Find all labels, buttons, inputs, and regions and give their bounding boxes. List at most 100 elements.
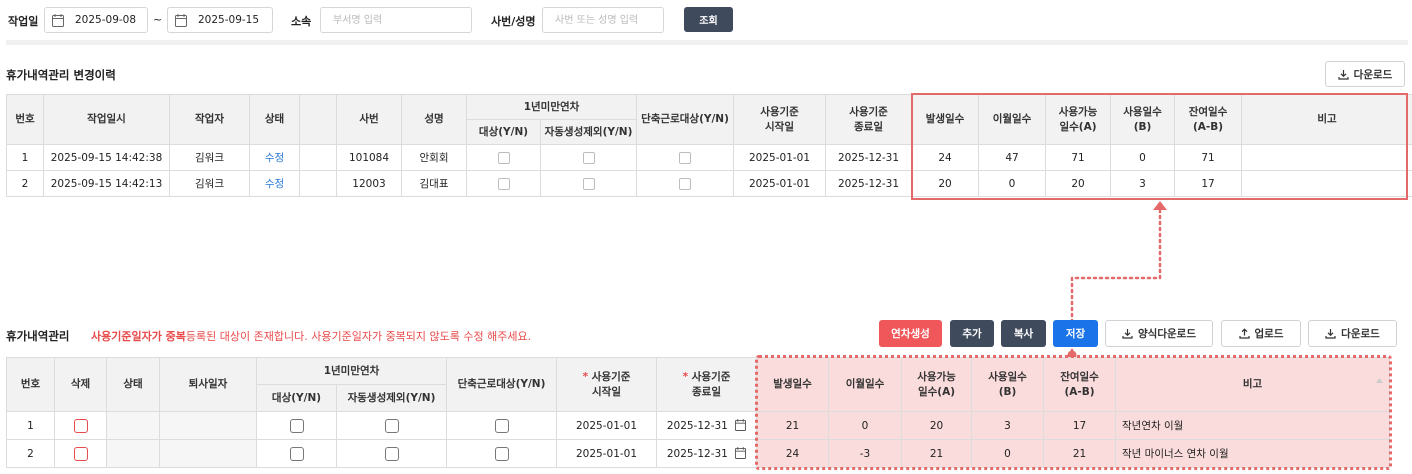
duplicate-warning: 사용기준일자가 중복등록된 대상이 존재합니다. 사용기준일자가 중복되지 않도…: [91, 330, 532, 343]
col-carried: 이월일수: [828, 357, 903, 412]
cell-carried: 0: [978, 170, 1047, 197]
col-short-work: 단축근로대상(Y/N): [636, 94, 735, 145]
calendar-icon[interactable]: [735, 419, 747, 431]
col-start-date: * 사용기준 시작일: [556, 357, 658, 412]
target-checkbox: [497, 177, 510, 190]
history-download-button[interactable]: 다운로드: [1325, 61, 1405, 87]
manage-title: 휴가내역관리: [6, 329, 70, 343]
target-checkbox[interactable]: [289, 446, 304, 461]
cell-occurred: 24: [911, 144, 980, 171]
cell-worker: 김워크: [169, 170, 250, 197]
cell-work-datetime: 2025-09-15 14:42:13: [43, 170, 170, 197]
add-button[interactable]: 추가: [950, 320, 994, 347]
download-icon: [1122, 329, 1133, 339]
short-work-checkbox: [679, 151, 692, 164]
download-icon: [1338, 69, 1349, 80]
generate-leave-button[interactable]: 연차생성: [879, 320, 942, 347]
cell-occurred[interactable]: 21: [756, 411, 830, 440]
cell-emp-no: 101084: [336, 144, 402, 171]
auto-exclude-checkbox: [582, 151, 595, 164]
cell-note[interactable]: 작년 마이너스 연차 이월: [1115, 439, 1391, 468]
calendar-icon[interactable]: [735, 447, 747, 459]
cell-occurred: 20: [911, 170, 980, 197]
date-to-field[interactable]: 2025-09-15: [167, 7, 273, 33]
cell-carried[interactable]: -3: [828, 439, 903, 468]
search-bar: 작업일 2025-09-08 ~ 2025-09-15 소속 사번/성명 조회: [0, 0, 1412, 40]
cell-status: [106, 439, 160, 468]
manage-download-button[interactable]: 다운로드: [1308, 320, 1397, 347]
table-row[interactable]: 2 2025-01-01 2025-12-31 24 -3 21 0 21 작년…: [6, 439, 1391, 468]
cell-auto-exclude: [539, 170, 638, 197]
col-no: 번호: [6, 357, 55, 412]
emp-label: 사번/성명: [491, 15, 536, 28]
table-row[interactable]: 2 2025-09-15 14:42:13 김워크 수정 12003 김대표 2…: [6, 170, 1412, 197]
cell-target: [466, 170, 541, 197]
cell-remaining: 17: [1174, 170, 1243, 197]
search-button[interactable]: 조회: [684, 7, 733, 32]
dept-input[interactable]: [320, 7, 472, 33]
date-from-field[interactable]: 2025-09-08: [44, 7, 148, 33]
cell-delete: [54, 439, 107, 468]
history-table: 번호 작업일시 작업자 상태 사번 성명 1년미만연차 단축근로대상(Y/N) …: [6, 94, 1412, 197]
delete-checkbox[interactable]: [73, 418, 88, 433]
cell-no: 1: [6, 144, 44, 171]
cell-remaining: 71: [1174, 144, 1243, 171]
cell-start-date[interactable]: 2025-01-01: [556, 411, 658, 440]
cell-auto-exclude: [335, 439, 448, 468]
col-start-date: 사용기준 시작일: [733, 94, 827, 145]
auto-exclude-checkbox[interactable]: [384, 446, 399, 461]
cell-short-work: [636, 170, 735, 197]
download-label: 다운로드: [1353, 68, 1393, 81]
date-from-value: 2025-09-08: [75, 14, 137, 26]
cell-end-date[interactable]: 2025-12-31: [656, 439, 758, 468]
dept-label: 소속: [291, 15, 312, 28]
cell-remaining: 21: [1043, 439, 1117, 468]
date-to-value: 2025-09-15: [198, 14, 260, 26]
cell-short-work: [636, 144, 735, 171]
cell-end-date[interactable]: 2025-12-31: [656, 411, 758, 440]
cell-carried: 47: [978, 144, 1047, 171]
emp-input[interactable]: [542, 7, 664, 33]
upload-button[interactable]: 업로드: [1221, 320, 1301, 347]
col-remaining: 잔여일수 (A-B): [1174, 94, 1243, 145]
cell-carried[interactable]: 0: [828, 411, 903, 440]
col-available: 사용가능 일수(A): [1045, 94, 1112, 145]
cell-note[interactable]: 작년연차 이월: [1115, 411, 1391, 440]
col-available: 사용가능 일수(A): [901, 357, 973, 412]
table-row[interactable]: 1 2025-09-15 14:42:38 김워크 수정 101084 안회회 …: [6, 144, 1412, 171]
calendar-icon: [52, 14, 64, 27]
calendar-icon: [175, 14, 187, 27]
col-auto-exclude: 자동생성제외(Y/N): [539, 119, 638, 145]
save-button[interactable]: 저장: [1053, 320, 1098, 347]
cell-occurred[interactable]: 24: [756, 439, 830, 468]
auto-exclude-checkbox[interactable]: [384, 418, 399, 433]
cell-start-date[interactable]: 2025-01-01: [556, 439, 658, 468]
cell-status[interactable]: 수정: [249, 144, 300, 171]
table-row[interactable]: 1 2025-01-01 2025-12-31 21 0 20 3 17 작년연…: [6, 411, 1391, 440]
col-no: 번호: [6, 94, 44, 145]
cell-work-datetime: 2025-09-15 14:42:38: [43, 144, 170, 171]
cell-status[interactable]: 수정: [249, 170, 300, 197]
col-end-date: 사용기준 종료일: [825, 94, 913, 145]
target-checkbox: [497, 151, 510, 164]
col-target: 대상(Y/N): [466, 119, 541, 145]
cell-blank: [299, 170, 337, 197]
cell-no: 2: [6, 170, 44, 197]
short-work-checkbox[interactable]: [494, 418, 509, 433]
cell-used: 0: [971, 439, 1045, 468]
cell-available: 20: [1045, 170, 1112, 197]
short-work-checkbox[interactable]: [494, 446, 509, 461]
copy-button[interactable]: 복사: [1001, 320, 1046, 347]
template-download-button[interactable]: 양식다운로드: [1105, 320, 1213, 347]
target-checkbox[interactable]: [289, 418, 304, 433]
delete-checkbox[interactable]: [73, 446, 88, 461]
short-work-checkbox: [679, 177, 692, 190]
end-date-value: 2025-12-31: [666, 448, 728, 460]
col-occurred: 발생일수: [756, 357, 830, 412]
cell-no: 1: [6, 411, 55, 440]
sort-icon[interactable]: [1376, 378, 1384, 383]
col-remaining: 잔여일수 (A-B): [1043, 357, 1117, 412]
col-end-date: * 사용기준 종료일: [656, 357, 758, 412]
work-date-label: 작업일: [8, 15, 39, 28]
cell-status: [106, 411, 160, 440]
